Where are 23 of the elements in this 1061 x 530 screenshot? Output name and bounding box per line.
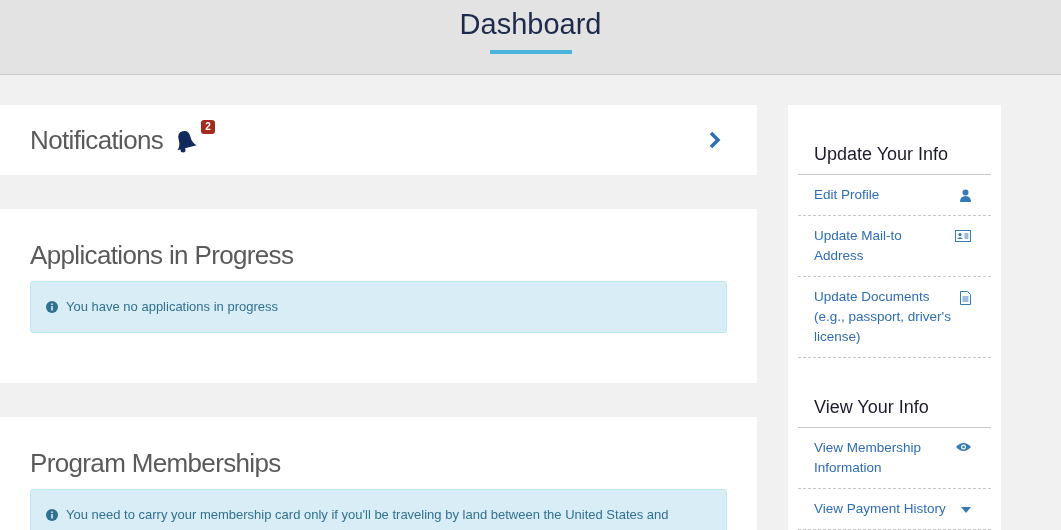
id-card-icon — [955, 230, 971, 242]
notifications-card[interactable]: Notifications 2 — [0, 105, 757, 175]
info-icon — [46, 301, 58, 313]
notification-count: 2 — [201, 120, 215, 134]
eye-icon — [956, 442, 971, 452]
person-icon — [960, 189, 971, 202]
sidebar-link[interactable]: Update Mail-to Address — [798, 216, 991, 277]
document-icon — [960, 291, 971, 305]
alert-text: You need to carry your membership card only if you'll be traveling by land between the United States and — [66, 506, 669, 524]
chevron-right-icon[interactable] — [709, 131, 721, 149]
sidebar-link[interactable]: Edit Profile — [798, 175, 991, 216]
sidebar-link[interactable]: View Payment History — [798, 489, 991, 530]
section-title: Program Memberships — [30, 447, 282, 479]
section-title: Applications in Progress — [30, 239, 295, 271]
caret-icon — [961, 507, 971, 513]
notifications-title: Notifications — [30, 123, 164, 157]
sidebar-heading: Update Your Info — [798, 141, 991, 175]
info-icon — [46, 509, 58, 521]
sidebar-link[interactable]: Update Documents (e.g., passport, driver's license) — [798, 277, 991, 358]
sidebar-link[interactable]: View Membership Information — [798, 428, 991, 489]
page-title: Dashboard — [459, 7, 602, 42]
alert-text: You have no applications in progress — [66, 298, 278, 316]
sidebar-heading: View Your Info — [798, 394, 991, 428]
